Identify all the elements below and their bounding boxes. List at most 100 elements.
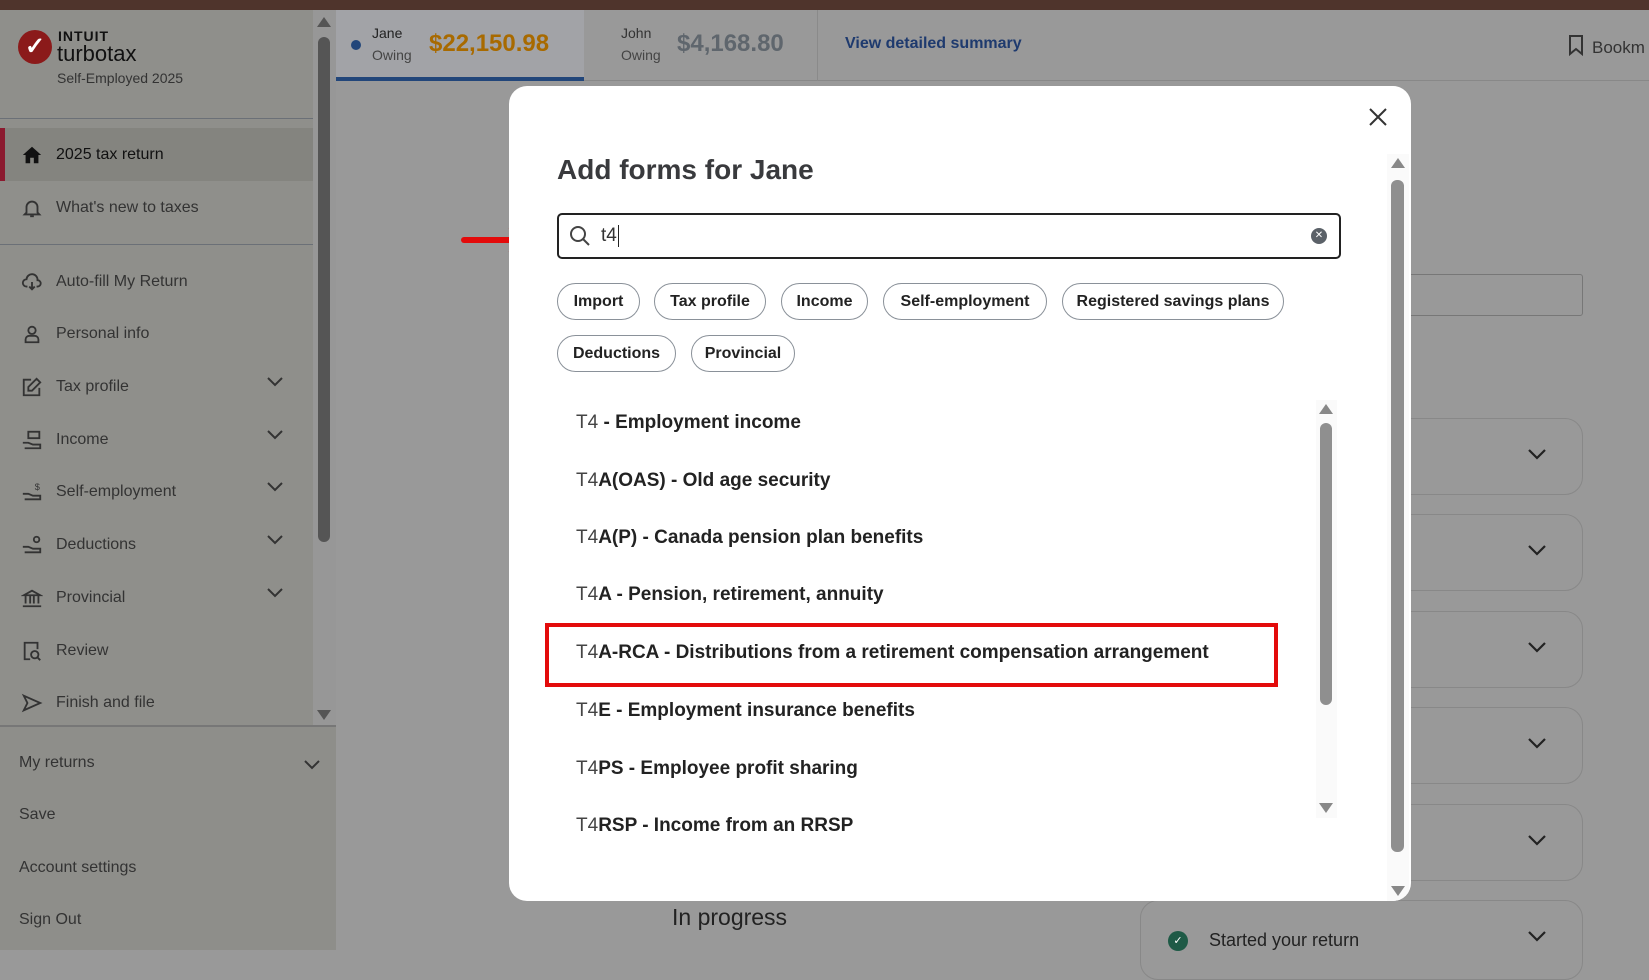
edit-icon: [20, 375, 44, 399]
sidebar-item-income[interactable]: Income: [0, 413, 313, 466]
chip-deductions[interactable]: Deductions: [557, 335, 676, 372]
account-settings-link[interactable]: Account settings: [0, 842, 336, 894]
jane-amount: $22,150.98: [429, 30, 550, 57]
sidebar-item-label: Self-employment: [56, 482, 177, 500]
sidebar-item-label: Auto-fill My Return: [56, 272, 188, 290]
sidebar-item-tax-return[interactable]: 2025 tax return: [0, 128, 313, 181]
chevron-down-icon[interactable]: [267, 479, 283, 497]
sidebar-item-tax-profile[interactable]: Tax profile: [0, 360, 313, 413]
save-link[interactable]: Save: [0, 789, 336, 841]
john-status: Owing: [621, 47, 661, 63]
sidebar-item-label: Deductions: [56, 535, 137, 553]
john-name: John: [621, 25, 652, 41]
active-dot-icon: [351, 40, 361, 50]
chevron-down-icon[interactable]: [267, 427, 283, 445]
document-search-icon: [20, 639, 44, 663]
bookmark-button[interactable]: Bookm: [1568, 34, 1645, 61]
sidebar-item-label: 2025 tax return: [56, 145, 164, 163]
sidebar-item-label: Finish and file: [56, 693, 155, 711]
results-scrollbar-thumb[interactable]: [1320, 423, 1332, 705]
chip-tax-profile[interactable]: Tax profile: [654, 283, 766, 320]
my-returns-menu[interactable]: My returns: [0, 737, 336, 789]
chevron-down-icon[interactable]: [267, 374, 283, 392]
result-item[interactable]: T4RSP - Income from an RRSP: [576, 815, 853, 837]
sidebar-item-label: What's new to taxes: [56, 198, 199, 216]
chip-import[interactable]: Import: [557, 283, 640, 320]
chevron-down-icon: [304, 757, 320, 775]
chevron-down-icon: [1528, 929, 1546, 947]
hand-dollar-icon: $: [20, 480, 44, 504]
close-icon[interactable]: [1369, 108, 1387, 131]
my-returns-label: My returns: [19, 754, 95, 771]
sidebar-item-label: Review: [56, 641, 109, 659]
chip-provincial[interactable]: Provincial: [691, 335, 795, 372]
started-label: Started your return: [1209, 930, 1360, 950]
sidebar-divider: [0, 118, 313, 119]
sidebar-divider: [0, 244, 313, 245]
search-value: t4: [601, 225, 619, 247]
view-detailed-summary-link[interactable]: View detailed summary: [845, 35, 1022, 53]
jane-name: Jane: [372, 25, 403, 41]
result-item[interactable]: T4A(OAS) - Old age security: [576, 470, 830, 492]
jane-status: Owing: [372, 47, 412, 63]
sign-out-link[interactable]: Sign Out: [0, 894, 336, 946]
hand-person-icon: [20, 533, 44, 557]
sidebar-item-whats-new[interactable]: What's new to taxes: [0, 181, 313, 234]
in-progress-heading: In progress: [672, 904, 788, 930]
income-icon: [20, 428, 44, 452]
sidebar-item-review[interactable]: Review: [0, 624, 313, 677]
chevron-down-icon[interactable]: [267, 532, 283, 550]
sidebar-item-provincial[interactable]: Provincial: [0, 571, 313, 624]
sidebar-item-label: Provincial: [56, 588, 126, 606]
result-item[interactable]: T4A(P) - Canada pension plan benefits: [576, 527, 923, 549]
scroll-down-arrow-icon[interactable]: [1391, 886, 1405, 896]
chevron-down-icon[interactable]: [267, 585, 283, 603]
result-item[interactable]: T4E - Employment insurance benefits: [576, 700, 915, 722]
tab-john[interactable]: John Owing $4,168.80: [584, 10, 818, 81]
turbotax-check-logo-icon: ✓: [18, 30, 52, 64]
clear-search-icon[interactable]: ✕: [1311, 228, 1327, 244]
sidebar-item-finish-and-file[interactable]: Finish and file: [0, 676, 313, 729]
result-item[interactable]: T4 - Employment income: [576, 412, 801, 434]
started-return-card: ✓ Started your return: [1140, 900, 1583, 980]
sidebar-item-personal-info[interactable]: Personal info: [0, 307, 313, 360]
window-top-bar: [0, 0, 1649, 10]
sidebar-scrollbar-thumb[interactable]: [318, 37, 330, 542]
tab-jane[interactable]: Jane Owing $22,150.98: [336, 10, 584, 81]
dialog-scrollbar-thumb[interactable]: [1391, 180, 1404, 852]
chevron-down-icon: [1528, 833, 1546, 851]
scroll-up-arrow-icon[interactable]: [1391, 158, 1405, 168]
sidebar-item-auto-fill[interactable]: Auto-fill My Return: [0, 255, 313, 308]
search-input[interactable]: t4 ✕: [557, 213, 1341, 259]
cloud-download-icon: [20, 270, 44, 294]
dialog-title: Add forms for Jane: [557, 154, 814, 185]
scroll-up-arrow-icon[interactable]: [317, 17, 331, 27]
chevron-down-icon: [1528, 640, 1546, 658]
svg-text:$: $: [35, 482, 40, 492]
sidebar-item-label: Personal info: [56, 324, 150, 342]
sidebar-item-deductions[interactable]: Deductions: [0, 518, 313, 571]
send-icon: [20, 691, 44, 715]
chevron-down-icon: [1528, 736, 1546, 754]
check-circle-icon: ✓: [1168, 931, 1188, 951]
logo-product: turbotax: [57, 41, 137, 66]
result-item[interactable]: T4A - Pension, retirement, annuity: [576, 584, 884, 606]
chip-self-employment[interactable]: Self-employment: [883, 283, 1047, 320]
sidebar-item-label: Tax profile: [56, 377, 129, 395]
chevron-down-icon: [1528, 447, 1546, 465]
scroll-down-arrow-icon[interactable]: [1319, 803, 1333, 813]
scroll-up-arrow-icon[interactable]: [1319, 404, 1333, 414]
scroll-down-arrow-icon[interactable]: [317, 710, 331, 720]
bell-icon: [20, 196, 44, 220]
result-item[interactable]: T4PS - Employee profit sharing: [576, 758, 858, 780]
search-icon: [569, 225, 591, 252]
person-icon: [20, 322, 44, 346]
bank-icon: [20, 586, 44, 610]
chip-income[interactable]: Income: [781, 283, 868, 320]
john-amount: $4,168.80: [677, 30, 784, 57]
home-icon: [20, 143, 44, 167]
chip-registered-savings-plans[interactable]: Registered savings plans: [1062, 283, 1284, 320]
highlight-box-annotation: [545, 623, 1278, 687]
bookmark-icon: [1568, 34, 1584, 61]
sidebar-item-self-employment[interactable]: $ Self-employment: [0, 465, 313, 518]
